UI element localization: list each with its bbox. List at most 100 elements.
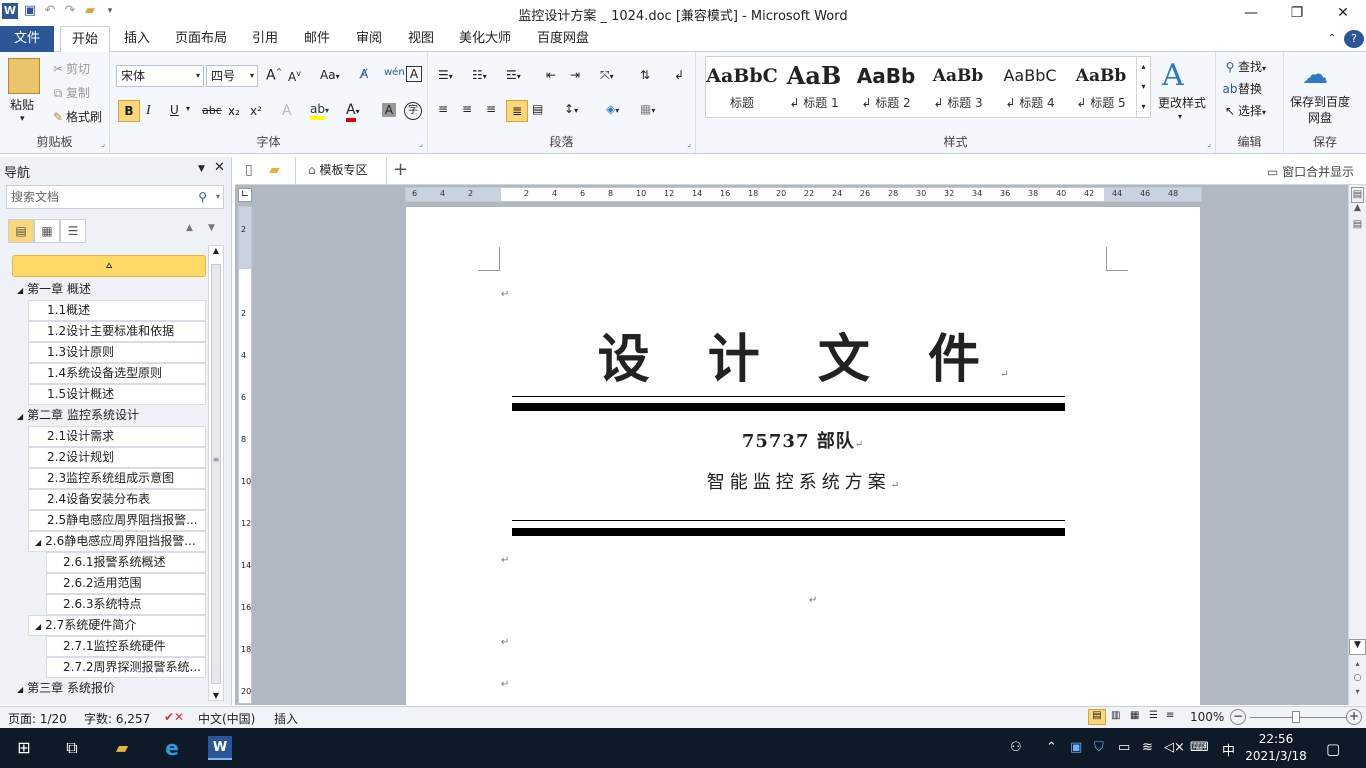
view-page-icon[interactable]: ▤ bbox=[1349, 219, 1366, 235]
heading-item[interactable]: 2.6.3系统特点 bbox=[46, 594, 206, 615]
insert-mode[interactable]: 插入 bbox=[274, 710, 298, 727]
word-count[interactable]: 字数: 6,257 bbox=[84, 710, 150, 727]
paste-dropdown-icon[interactable]: ▾ bbox=[20, 114, 25, 124]
strikethrough-button[interactable]: abc bbox=[202, 104, 222, 117]
heading-item[interactable]: ◢ 2.7系统硬件简介 bbox=[28, 615, 206, 636]
show-hidden-icons[interactable]: ⌃ bbox=[1046, 740, 1057, 755]
underline-dropdown-icon[interactable]: ▾ bbox=[186, 104, 190, 113]
file-explorer-icon[interactable]: ▰ bbox=[110, 736, 134, 760]
heading-item[interactable]: 2.5静电感应周界阻挡报警... bbox=[28, 510, 206, 531]
heading-item[interactable]: ◢ 第二章 监控系统设计 bbox=[12, 405, 206, 426]
draft-icon[interactable]: ≡ bbox=[1166, 710, 1174, 721]
vertical-ruler[interactable]: 2 2 4 6 8 10 12 14 16 18 20 bbox=[238, 206, 252, 704]
previous-page-icon[interactable]: ▴ bbox=[1349, 659, 1366, 668]
tab-baidu-pan[interactable]: 百度网盘 bbox=[530, 26, 596, 52]
superscript-button[interactable]: x² bbox=[250, 104, 262, 118]
font-size-select[interactable]: 四号 ▾ bbox=[206, 65, 258, 87]
next-heading-icon[interactable]: ▼ bbox=[208, 223, 215, 233]
wifi-icon[interactable]: ≋ bbox=[1142, 740, 1153, 755]
justify-icon[interactable]: ≣ bbox=[506, 100, 528, 122]
style-heading-4[interactable]: AaBbC ↲ 标题 4 bbox=[994, 58, 1066, 116]
heading-item[interactable]: 2.6.1报警系统概述 bbox=[46, 552, 206, 573]
scroll-thumb[interactable]: ≡ bbox=[211, 264, 221, 684]
replace-button[interactable]: ab替换 bbox=[1222, 80, 1263, 97]
horizontal-ruler[interactable]: 6 4 2 2 4 6 8 10 12 14 16 18 20 22 24 26 28 30 32 34 36 38 40 4… bbox=[405, 187, 1202, 202]
heading-item[interactable]: ◢ 第一章 概述 bbox=[12, 279, 206, 300]
zoom-slider-thumb[interactable] bbox=[1292, 711, 1300, 723]
tab-headings[interactable]: ▤ bbox=[8, 219, 34, 243]
heading-item[interactable]: 1.3设计原则 bbox=[28, 342, 206, 363]
paste-icon[interactable] bbox=[8, 58, 40, 94]
show-marks-icon[interactable]: ↲ bbox=[674, 68, 684, 82]
tab-selector-icon[interactable]: ∟ bbox=[238, 188, 252, 202]
folder-icon[interactable]: ▰ bbox=[269, 162, 280, 178]
grow-font-button[interactable]: A^ bbox=[266, 67, 282, 84]
tab-results[interactable]: ☰ bbox=[60, 219, 86, 243]
align-right-icon[interactable]: ≡ bbox=[486, 102, 496, 116]
nav-close-icon[interactable]: ✕ bbox=[214, 160, 225, 175]
styles-launcher-icon[interactable]: ⌟ bbox=[1207, 139, 1211, 148]
proofing-icon[interactable]: ✔✕ bbox=[164, 710, 184, 724]
phonetic-guide-icon[interactable]: wén bbox=[384, 67, 405, 78]
zoom-in-icon[interactable]: + bbox=[1346, 709, 1362, 725]
chinese-layout-icon[interactable]: ⤧▾ bbox=[600, 68, 614, 83]
style-heading-5[interactable]: AaBb ↲ 标题 5 bbox=[1066, 58, 1136, 116]
heading-item[interactable]: 1.1概述 bbox=[28, 300, 206, 321]
previous-heading-icon[interactable]: ▲ bbox=[186, 223, 193, 233]
distributed-icon[interactable]: ▤ bbox=[532, 102, 543, 116]
format-painter-button[interactable]: ✎ 格式刷 bbox=[50, 108, 102, 125]
tab-page-layout[interactable]: 页面布局 bbox=[170, 26, 232, 52]
tab-view[interactable]: 视图 bbox=[400, 26, 442, 52]
line-spacing-icon[interactable]: ↕▾ bbox=[564, 102, 578, 116]
style-heading-3[interactable]: AaBb ↲ 标题 3 bbox=[922, 58, 994, 116]
security-icon[interactable]: ▣ bbox=[1070, 740, 1082, 755]
heading-item[interactable]: 2.7.2周界探测报警系统... bbox=[46, 657, 206, 678]
document-scrollbar[interactable]: ▤ ▲ ▤ ▼ ▴ ○ ▾ bbox=[1348, 185, 1366, 705]
highlight-button[interactable]: ab▾ bbox=[310, 102, 329, 120]
ie-browser-icon[interactable]: e bbox=[160, 736, 184, 760]
scroll-down-icon[interactable]: ▼ bbox=[209, 691, 223, 700]
copy-button[interactable]: ⧉ 复制 bbox=[50, 84, 90, 101]
zoom-out-icon[interactable]: − bbox=[1230, 709, 1246, 725]
tab-pages[interactable]: ▦ bbox=[34, 219, 60, 243]
paste-button[interactable]: 粘贴 bbox=[10, 96, 34, 113]
full-screen-reading-icon[interactable]: ▥ bbox=[1111, 710, 1120, 721]
char-border-icon[interactable]: A bbox=[406, 66, 422, 82]
tab-mailings[interactable]: 邮件 bbox=[296, 26, 338, 52]
tab-references[interactable]: 引用 bbox=[244, 26, 286, 52]
ime-indicator[interactable]: 中 bbox=[1222, 740, 1235, 759]
heading-item[interactable]: 1.2设计主要标准和依据 bbox=[28, 321, 206, 342]
heading-item[interactable]: 2.4设备安装分布表 bbox=[28, 489, 206, 510]
enclose-char-button[interactable]: 字 bbox=[404, 102, 422, 120]
person-icon[interactable]: ⚇ bbox=[1010, 740, 1022, 755]
shrink-font-button[interactable]: Av bbox=[288, 69, 301, 84]
browse-object-icon[interactable]: ○ bbox=[1349, 673, 1366, 683]
char-shading-button[interactable]: A bbox=[382, 103, 396, 117]
numbering-icon[interactable]: ☷▾ bbox=[472, 68, 487, 82]
heading-item[interactable]: ◢ 2.6静电感应周界阻挡报警... bbox=[28, 531, 206, 552]
align-left-icon[interactable]: ≡ bbox=[438, 102, 448, 116]
task-view-icon[interactable]: ⧉ bbox=[60, 736, 84, 760]
clipboard-launcher-icon[interactable]: ⌟ bbox=[101, 139, 105, 148]
underline-button[interactable]: U bbox=[170, 103, 179, 117]
multilevel-list-icon[interactable]: ☲▾ bbox=[506, 68, 521, 82]
tab-beautify[interactable]: 美化大师 bbox=[452, 26, 518, 52]
cut-button[interactable]: ✂ 剪切 bbox=[50, 60, 90, 77]
style-gallery-scroll[interactable]: ▴ ▾ ▾ bbox=[1136, 57, 1150, 117]
close-button[interactable]: ✕ bbox=[1320, 0, 1366, 26]
scroll-down-icon[interactable]: ▼ bbox=[1349, 639, 1366, 655]
borders-icon[interactable]: ▦▾ bbox=[640, 102, 655, 116]
word-taskbar-icon[interactable]: W bbox=[208, 736, 232, 760]
search-input[interactable]: 搜索文档 ⚲ ▾ bbox=[6, 185, 224, 209]
font-launcher-icon[interactable]: ⌟ bbox=[419, 139, 423, 148]
change-styles-dropdown-icon[interactable]: ▾ bbox=[1178, 112, 1182, 121]
shield-icon[interactable]: ⛉ bbox=[1094, 740, 1104, 755]
change-styles-icon[interactable]: A bbox=[1162, 58, 1184, 93]
document-page[interactable]: ↵ 设 计 文 件↵ 75737 部队↵ 智能监控系统方案↵ ↵ ↵ ↵ ↵ bbox=[406, 207, 1200, 705]
heading-item[interactable]: ◢ 第三章 系统报价 bbox=[12, 678, 206, 699]
change-styles-button[interactable]: 更改样式 bbox=[1158, 94, 1206, 111]
template-zone-tab[interactable]: ⌂ 模板专区 bbox=[295, 157, 387, 184]
tab-insert[interactable]: 插入 bbox=[116, 26, 158, 52]
outline-icon[interactable]: ☰ bbox=[1149, 710, 1158, 721]
heading-item[interactable]: 1.5设计概述 bbox=[28, 384, 206, 405]
